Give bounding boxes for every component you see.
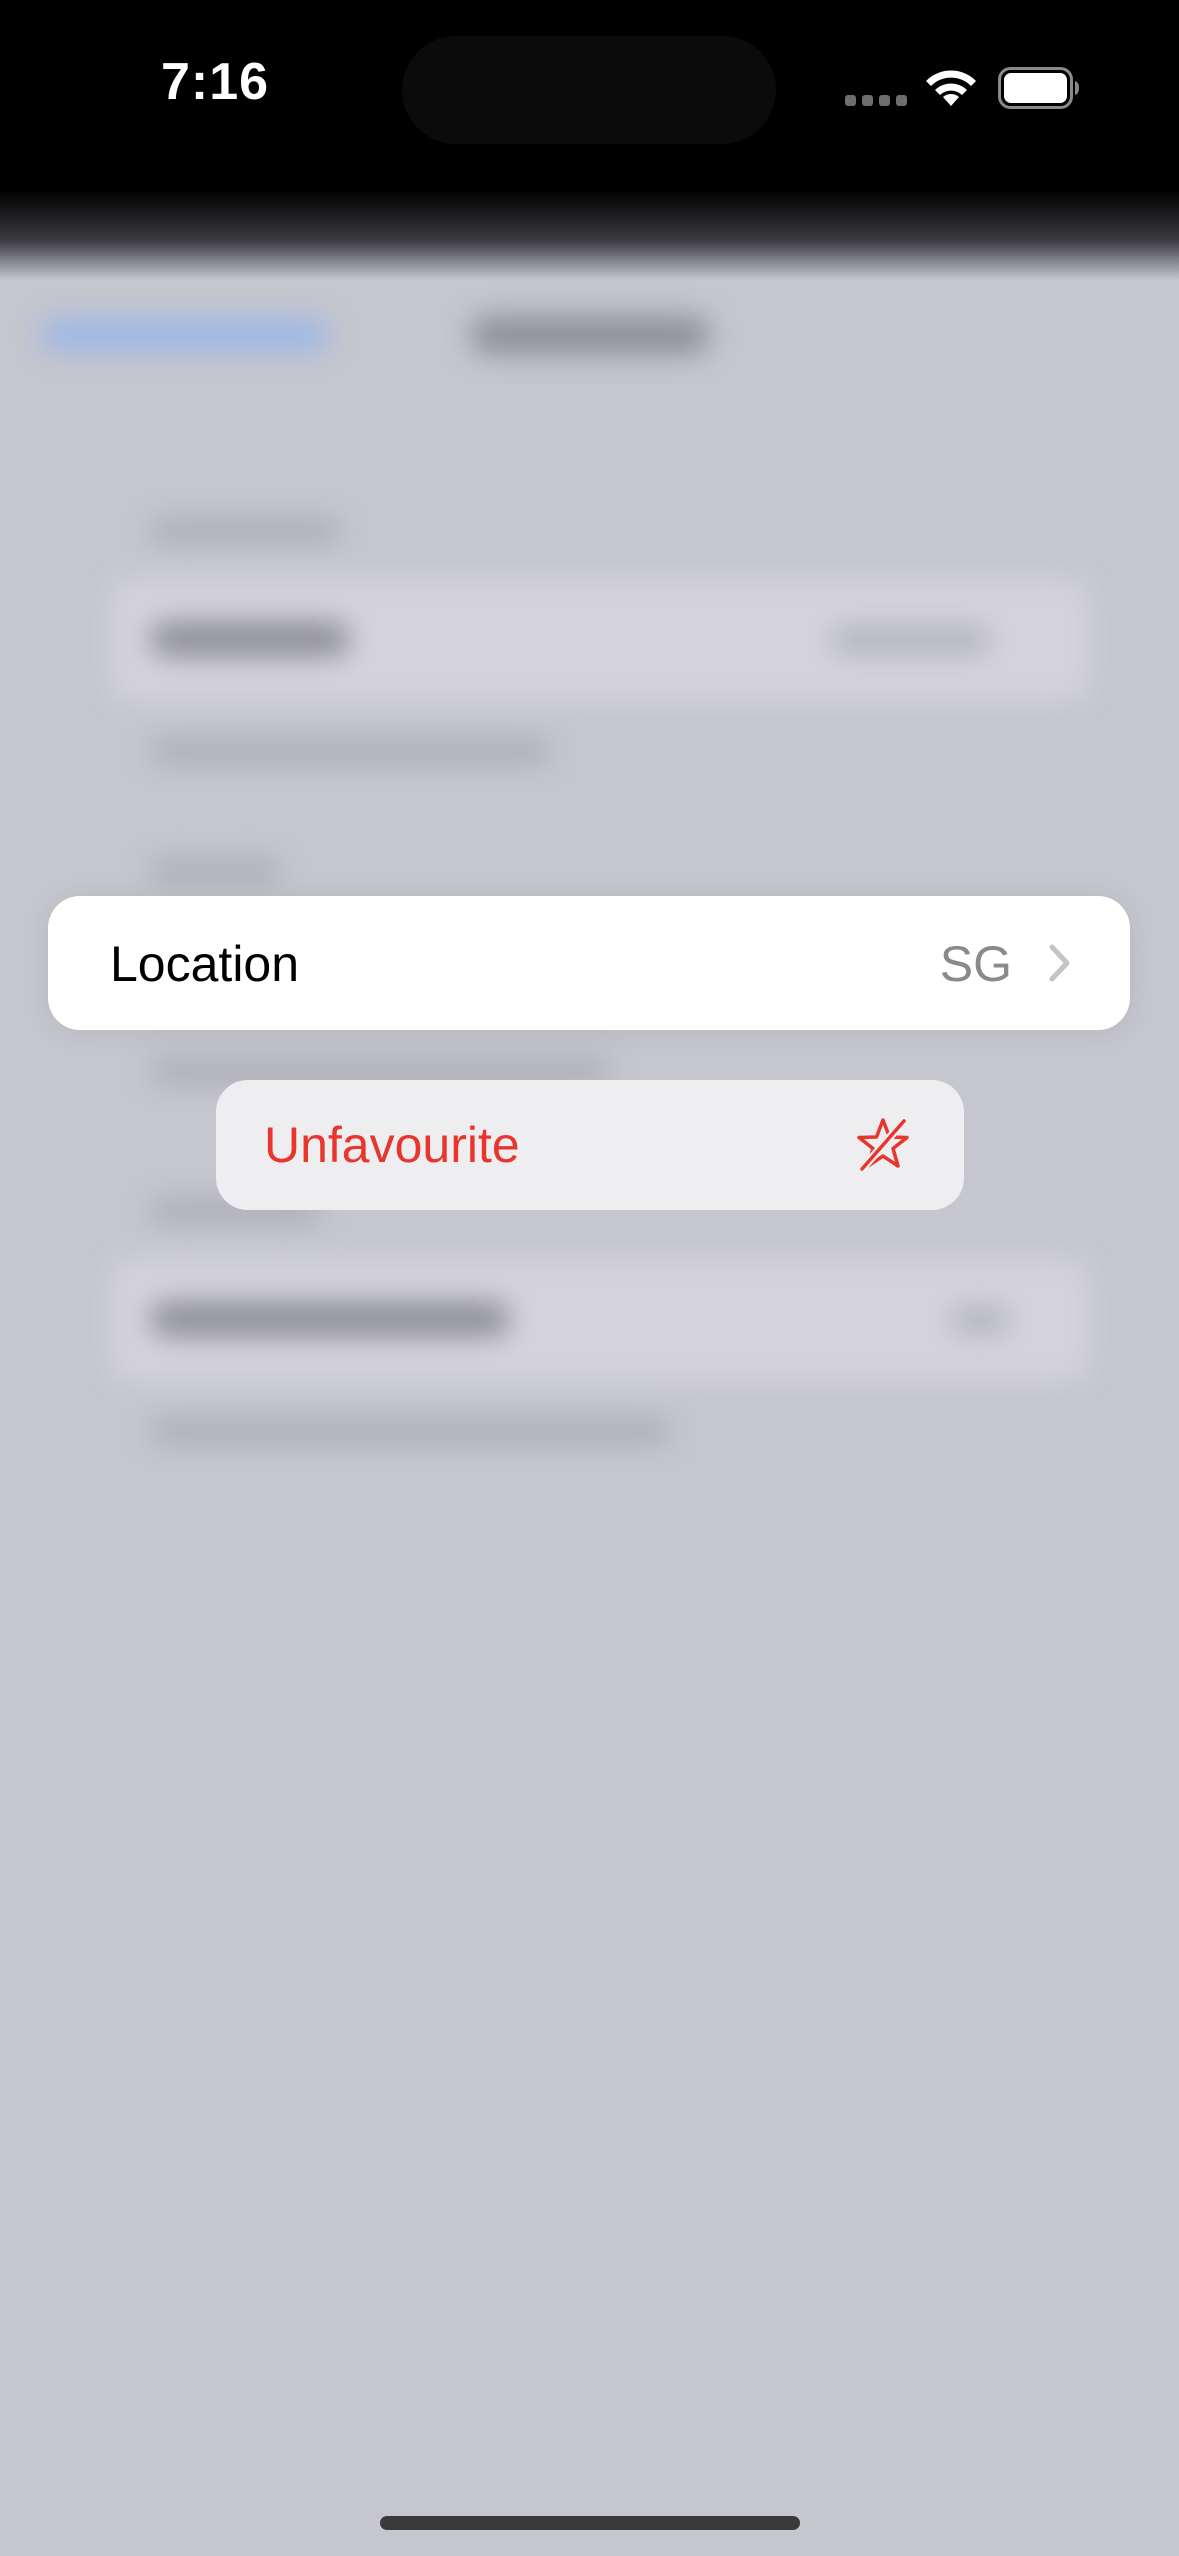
cellular-signal-icon xyxy=(845,95,907,107)
chevron-right-icon xyxy=(1049,944,1070,982)
blurred-row-value xyxy=(830,626,990,654)
blurred-nav-title xyxy=(470,316,710,354)
location-label: Location xyxy=(110,936,300,992)
location-row[interactable]: Location SG xyxy=(48,896,1130,1030)
blurred-section-header xyxy=(150,520,340,542)
blurred-back-button xyxy=(40,318,330,352)
battery-icon xyxy=(998,67,1079,109)
status-time: 7:16 xyxy=(160,53,270,111)
blurred-row-value xyxy=(950,1306,1010,1334)
status-bar: 7:16 xyxy=(0,0,1179,280)
blurred-row-text xyxy=(150,1302,510,1336)
blurred-section-footer xyxy=(150,1420,670,1442)
star-slash-icon xyxy=(857,1117,909,1173)
dynamic-island xyxy=(402,36,776,144)
location-value: SG xyxy=(939,936,1012,992)
wifi-icon xyxy=(926,70,976,106)
blurred-row xyxy=(110,580,1090,700)
blurred-row xyxy=(110,1260,1090,1380)
unfavourite-label: Unfavourite xyxy=(264,1117,520,1173)
unfavourite-menu-item[interactable]: Unfavourite xyxy=(216,1080,964,1210)
context-menu: Unfavourite xyxy=(216,1080,964,1210)
blurred-section-footer xyxy=(150,1060,610,1082)
blurred-background xyxy=(0,280,1179,2556)
blurred-row-text xyxy=(150,622,350,656)
home-indicator[interactable] xyxy=(380,2516,800,2530)
blurred-section-footer xyxy=(150,740,550,762)
blurred-section-header xyxy=(150,860,280,882)
